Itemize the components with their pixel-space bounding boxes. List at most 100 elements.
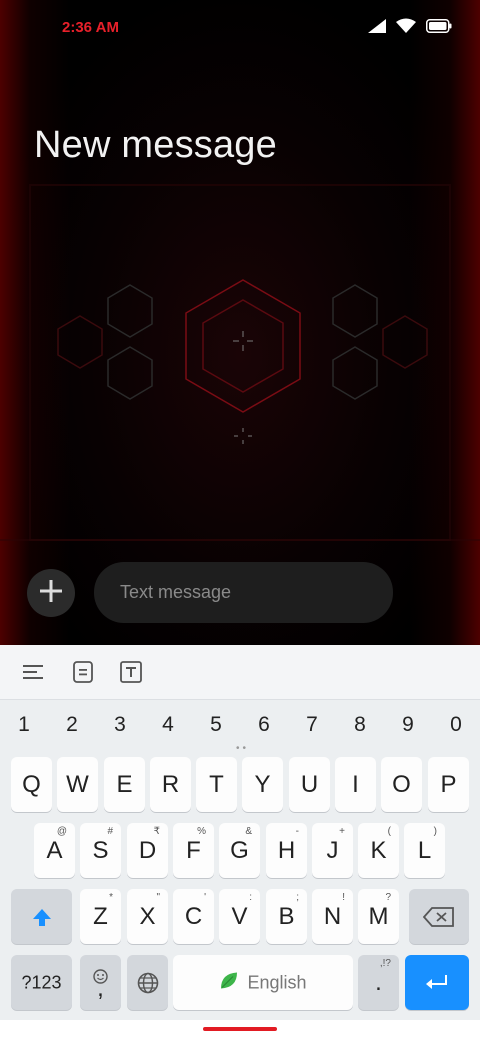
key-d[interactable]: ₹ D [127,823,168,878]
key-j[interactable]: + J [312,823,353,878]
comma-emoji-key[interactable]: , [80,955,121,1010]
key-p[interactable]: P [428,757,469,812]
language-key[interactable] [127,955,168,1010]
soft-keyboard: 1 2 3 4 5 6 7 8 9 0 •• Q W E R T Y U I O… [0,645,480,1020]
key-r[interactable]: R [150,757,191,812]
key-m-hint: ? [385,892,391,903]
key-z-hint: * [109,892,113,903]
key-v-label: V [231,902,248,930]
key-s-hint: # [107,826,113,837]
add-attachment-button[interactable] [27,569,75,617]
keyboard-toolbar [0,645,480,700]
key-7[interactable]: 7 [288,705,336,745]
key-e-label: E [116,770,133,798]
key-3[interactable]: 3 [96,705,144,745]
enter-key[interactable] [405,955,469,1010]
key-n-hint: ! [342,892,345,903]
key-g-hint: & [245,826,252,837]
key-s[interactable]: # S [80,823,121,878]
key-2[interactable]: 2 [48,705,96,745]
key-c[interactable]: ' C [173,889,214,944]
key-8[interactable]: 8 [336,705,384,745]
key-t[interactable]: T [196,757,237,812]
key-1[interactable]: 1 [0,705,48,745]
comma-label: , [97,975,104,1002]
status-time: 2:36 AM [62,19,119,36]
key-t-label: T [209,770,224,798]
key-q[interactable]: Q [11,757,52,812]
key-9[interactable]: 9 [384,705,432,745]
key-k-hint: ( [387,826,391,837]
number-row: 1 2 3 4 5 6 7 8 9 0 [0,705,480,745]
key-w-label: W [66,770,89,798]
wallpaper-background [0,0,480,645]
key-g-label: G [230,836,249,864]
key-f[interactable]: % F [173,823,214,878]
space-key-label: English [247,972,307,992]
key-i-label: I [352,770,359,798]
key-o-label: O [392,770,411,798]
period-key-label: . [375,968,382,996]
key-z[interactable]: * Z [80,889,121,944]
key-u[interactable]: U [289,757,330,812]
key-k[interactable]: (K [358,823,399,878]
shift-key[interactable] [11,889,72,944]
key-0[interactable]: 0 [432,705,480,745]
key-m[interactable]: ? M [358,889,399,944]
key-5[interactable]: 5 [192,705,240,745]
status-bar: 2:36 AM [0,0,480,56]
key-x-label: X [139,902,156,930]
key-d-label: D [138,836,157,864]
backspace-key[interactable] [409,889,469,944]
key-f-label: F [186,836,201,864]
key-a-label: A [46,836,63,864]
space-key[interactable]: English [173,955,353,1010]
clipboard-icon[interactable] [69,658,97,686]
key-j-label: J [326,836,339,864]
key-x[interactable]: " X [127,889,168,944]
key-w[interactable]: W [57,757,98,812]
key-e[interactable]: E [104,757,145,812]
period-key[interactable]: ,!?. [358,955,399,1010]
key-b[interactable]: ; B [266,889,307,944]
symbols-key[interactable]: ?123 [11,955,72,1010]
key-6[interactable]: 6 [240,705,288,745]
screen: 2:36 AM New message Text message 1 2 3 4… [0,0,480,1040]
globe-icon [127,969,168,997]
key-l-hint: ) [433,826,437,837]
key-c-hint: ' [204,892,206,903]
key-l[interactable]: ) L [404,823,445,878]
key-o[interactable]: O [381,757,422,812]
key-h[interactable]: -H [266,823,307,878]
key-p-label: P [440,770,457,798]
key-u-label: U [300,770,319,798]
key-a-hint: @ [56,826,67,837]
backspace-icon [409,903,469,931]
key-a[interactable]: @ A [34,823,75,878]
key-d-hint: ₹ [153,826,160,837]
message-input[interactable] [118,581,372,604]
key-k-label: K [370,836,387,864]
period-key-hint: ,!? [379,958,391,969]
wifi-icon [396,18,416,38]
message-text-field[interactable] [94,562,393,623]
key-b-hint: ; [296,892,299,903]
key-y[interactable]: Y [242,757,283,812]
space-key-content: English [173,970,353,995]
key-4[interactable]: 4 [144,705,192,745]
key-q-label: Q [22,770,41,798]
key-l-label: L [417,836,432,864]
leaf-icon [219,970,239,995]
wallpaper-hexagon-art [0,184,480,541]
home-indicator[interactable] [203,1027,277,1031]
page-dots: •• [236,743,250,754]
status-icons [368,18,452,38]
key-v[interactable]: :V [219,889,260,944]
key-r-label: R [161,770,180,798]
key-z-label: Z [93,902,108,930]
menu-lines-icon[interactable] [20,658,48,686]
key-n[interactable]: ! N [312,889,353,944]
text-format-icon[interactable] [117,658,145,686]
key-g[interactable]: & G [219,823,260,878]
key-i[interactable]: I [335,757,376,812]
